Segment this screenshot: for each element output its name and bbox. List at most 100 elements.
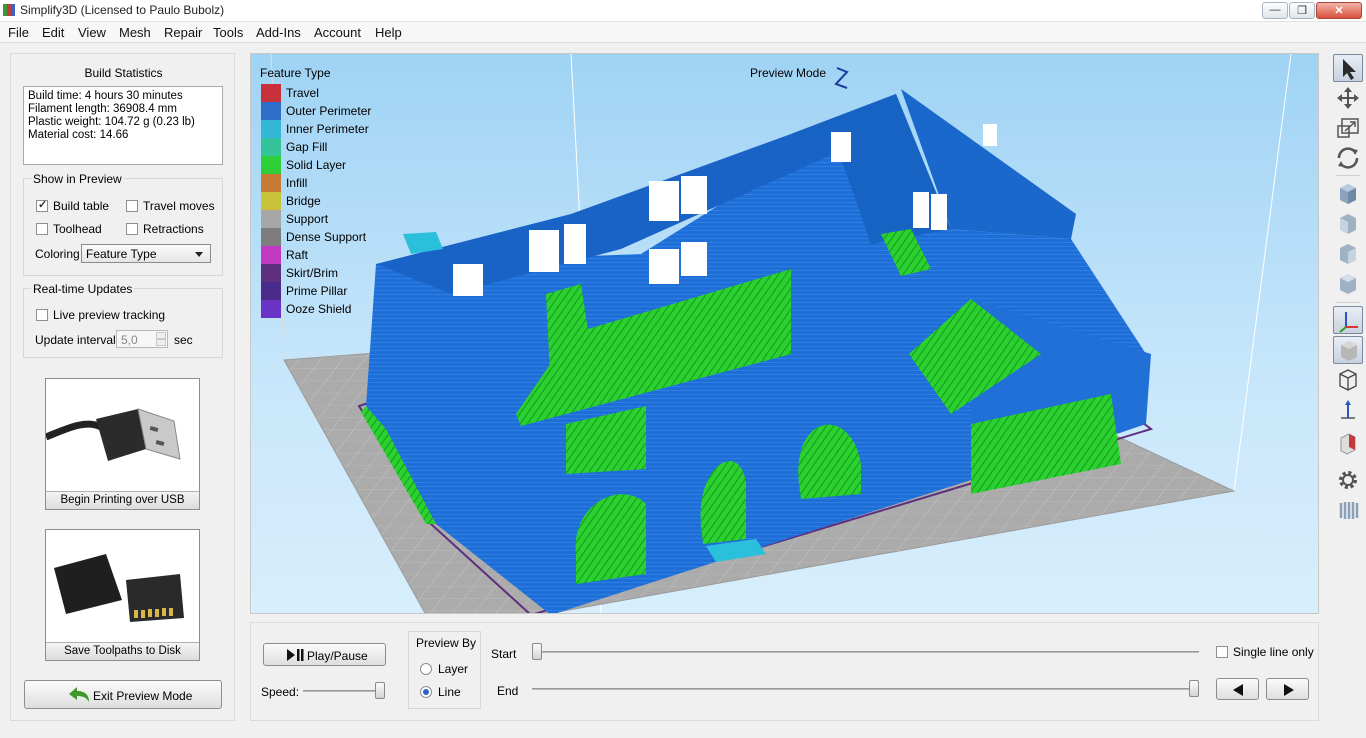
live-preview-checkbox[interactable]: [36, 309, 48, 321]
maximize-button[interactable]: ❐: [1289, 2, 1315, 19]
menu-repair[interactable]: Repair: [164, 25, 202, 40]
speed-label: Speed:: [261, 685, 300, 699]
toolpath-scene[interactable]: [251, 54, 1319, 614]
toolhead-checkbox[interactable]: [36, 223, 48, 235]
playback-panel: Play/Pause Speed: Preview By Layer Line …: [250, 622, 1319, 721]
house-model: [361, 67, 1151, 613]
menu-view[interactable]: View: [78, 25, 106, 40]
save-to-disk-button[interactable]: Save Toolpaths to Disk: [45, 529, 200, 661]
menu-edit[interactable]: Edit: [42, 25, 64, 40]
preview-by-title: Preview By: [416, 636, 477, 650]
spin-down-icon[interactable]: [156, 339, 166, 346]
minimize-button[interactable]: —: [1262, 2, 1288, 19]
legend-swatch: [261, 210, 281, 228]
stat-plastic-weight: Plastic weight: 104.72 g (0.23 lb): [28, 116, 195, 128]
toolhead-label: Toolhead: [53, 222, 102, 236]
preview-viewport[interactable]: Feature Type Travel Outer Perimeter Inne…: [250, 53, 1319, 614]
legend-swatch: [261, 84, 281, 102]
wireframe-icon[interactable]: [1333, 366, 1363, 394]
preview-mode-label: Preview Mode: [750, 66, 827, 80]
retractions-label: Retractions: [143, 222, 204, 236]
retractions-checkbox[interactable]: [126, 223, 138, 235]
section-icon[interactable]: [1333, 430, 1363, 458]
play-pause-icon: [287, 649, 304, 661]
app-icon: [3, 4, 15, 16]
menu-tools[interactable]: Tools: [213, 25, 243, 40]
legend-swatch: [261, 264, 281, 282]
live-preview-label: Live preview tracking: [53, 308, 166, 322]
build-table-checkbox[interactable]: [36, 198, 48, 212]
view-front-icon[interactable]: [1333, 210, 1363, 238]
left-panel: Build Statistics Build time: 4 hours 30 …: [10, 53, 235, 721]
exit-preview-label: Exit Preview Mode: [93, 689, 193, 703]
solid-icon[interactable]: [1333, 336, 1363, 364]
move-icon[interactable]: [1333, 84, 1363, 112]
rotate-icon[interactable]: [1333, 144, 1363, 172]
start-slider-track[interactable]: [532, 651, 1199, 653]
end-slider-thumb[interactable]: [1189, 680, 1199, 697]
back-arrow-icon: [69, 687, 89, 702]
legend-swatch: [261, 228, 281, 246]
travel-moves-checkbox[interactable]: [126, 200, 138, 212]
single-line-checkbox[interactable]: [1216, 646, 1228, 658]
legend-swatch: [261, 174, 281, 192]
usb-cable-icon: [44, 379, 199, 491]
triangle-right-icon: [1284, 684, 1294, 696]
realtime-updates-group: Real-time Updates Live preview tracking …: [23, 282, 223, 358]
update-interval-spinner[interactable]: 5,0: [116, 330, 168, 348]
step-forward-button[interactable]: [1266, 678, 1309, 700]
save-to-disk-label: Save Toolpaths to Disk: [46, 642, 199, 660]
coloring-select[interactable]: Feature Type: [81, 244, 211, 263]
spin-up-icon[interactable]: [156, 332, 166, 339]
legend-swatch: [261, 246, 281, 264]
legend-swatch: [261, 282, 281, 300]
build-table-label: Build table: [53, 199, 110, 213]
usb-print-button[interactable]: Begin Printing over USB: [44, 378, 200, 510]
normals-icon[interactable]: [1333, 396, 1363, 424]
select-icon[interactable]: [1333, 54, 1363, 82]
view-default-icon[interactable]: [1333, 180, 1363, 208]
usb-print-label: Begin Printing over USB: [46, 491, 199, 509]
speed-slider-thumb[interactable]: [375, 682, 385, 699]
scale-icon[interactable]: [1333, 114, 1363, 142]
legend-swatch: [261, 138, 281, 156]
right-toolbar: [1330, 50, 1366, 530]
realtime-updates-title: Real-time Updates: [31, 282, 135, 296]
line-radio[interactable]: [420, 686, 432, 698]
step-back-button[interactable]: [1216, 678, 1259, 700]
settings-icon[interactable]: [1333, 466, 1363, 494]
menu-help[interactable]: Help: [375, 25, 402, 40]
menu-mesh[interactable]: Mesh: [119, 25, 151, 40]
menu-add-ins[interactable]: Add-Ins: [256, 25, 301, 40]
start-slider-thumb[interactable]: [532, 643, 542, 660]
stat-build-time: Build time: 4 hours 30 minutes: [28, 90, 183, 102]
axes-icon[interactable]: [1333, 306, 1363, 334]
view-side-icon[interactable]: [1333, 240, 1363, 268]
toolpaths-icon[interactable]: [1333, 496, 1363, 524]
menu-file[interactable]: File: [8, 25, 29, 40]
show-in-preview-title: Show in Preview: [31, 172, 124, 186]
close-button[interactable]: ✕: [1316, 2, 1362, 19]
show-in-preview-group: Show in Preview Build table Travel moves…: [23, 172, 223, 276]
speed-slider-track[interactable]: [303, 690, 385, 692]
legend-swatch: [261, 300, 281, 318]
travel-moves-label: Travel moves: [143, 199, 215, 213]
play-pause-button[interactable]: Play/Pause: [263, 643, 386, 666]
menu-account[interactable]: Account: [314, 25, 361, 40]
stat-filament-length: Filament length: 36908.4 mm: [28, 103, 177, 115]
update-interval-label: Update interval: [35, 333, 116, 347]
view-top-icon[interactable]: [1333, 270, 1363, 298]
line-radio-label: Line: [438, 685, 461, 699]
exit-preview-button[interactable]: Exit Preview Mode: [24, 680, 222, 709]
start-label: Start: [491, 647, 517, 661]
end-slider-track[interactable]: [532, 688, 1199, 690]
build-statistics-title: Build Statistics: [84, 66, 163, 80]
menu-bar: File Edit View Mesh Repair Tools Add-Ins…: [0, 22, 1366, 43]
preview-by-group: Preview By Layer Line: [408, 631, 481, 709]
window-title: Simplify3D (Licensed to Paulo Bubolz): [20, 3, 225, 17]
title-bar: Simplify3D (Licensed to Paulo Bubolz) — …: [0, 0, 1366, 22]
build-statistics-box: Build time: 4 hours 30 minutes Filament …: [23, 86, 223, 165]
legend-swatch: [261, 192, 281, 210]
play-pause-label: Play/Pause: [307, 649, 368, 663]
layer-radio[interactable]: [420, 663, 432, 675]
